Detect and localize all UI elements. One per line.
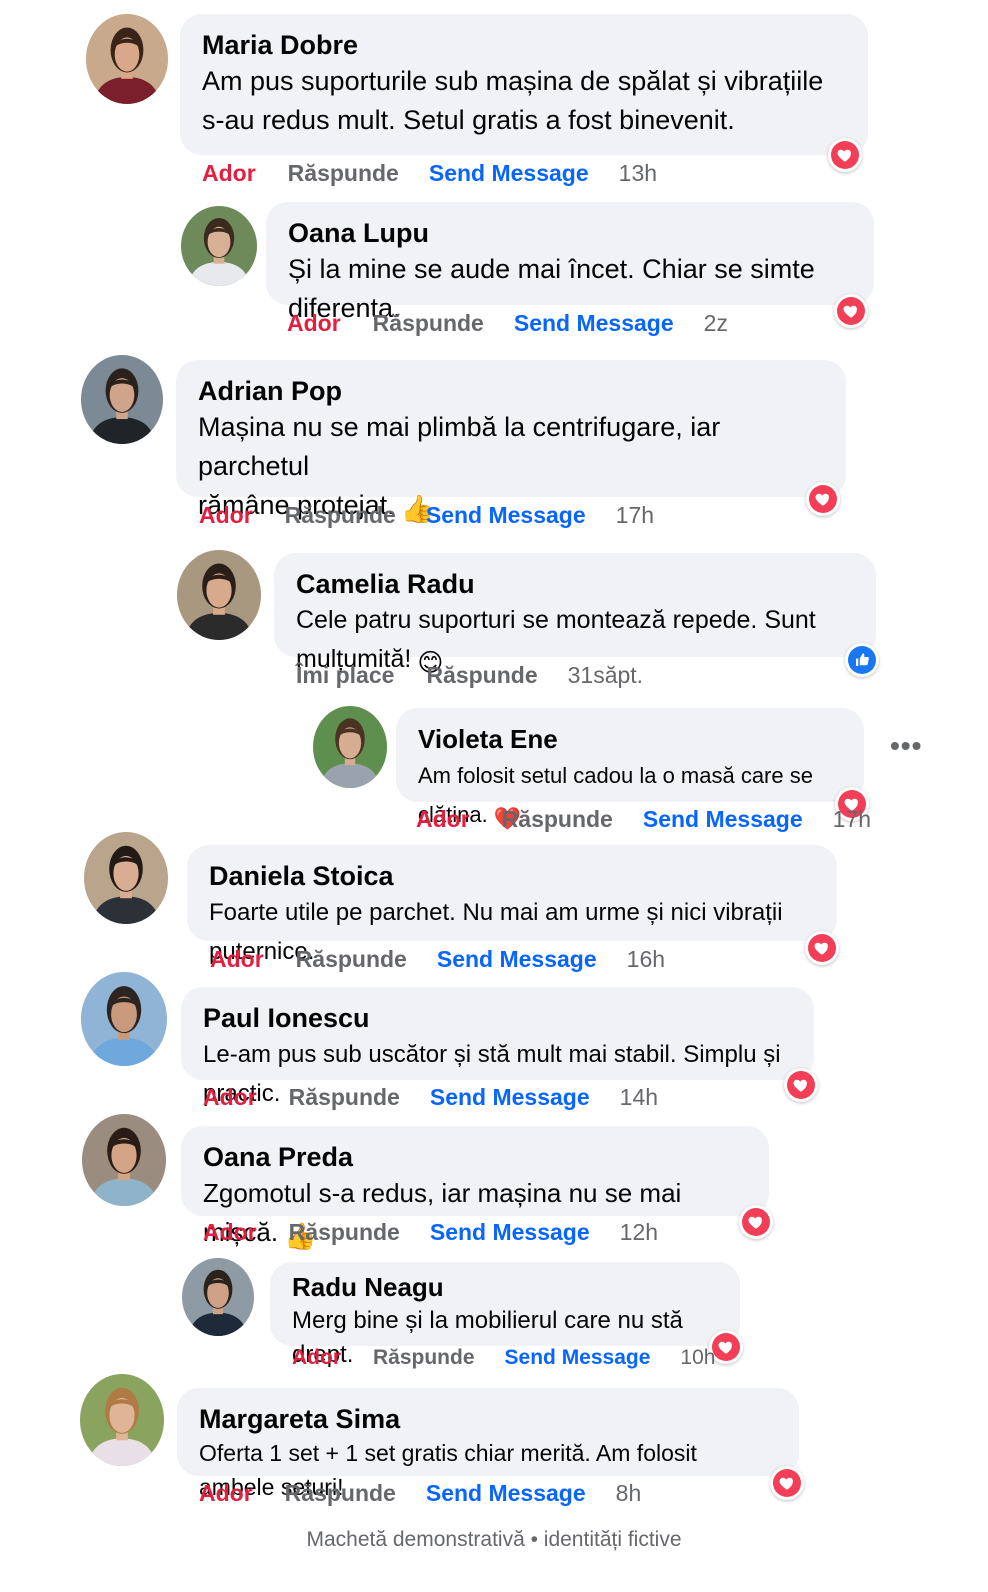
comment-bubble: Paul Ionescu Le-am pus sub uscător și st… [181,987,814,1107]
love-icon [779,1477,793,1490]
reply-button[interactable]: Răspunde [289,1219,400,1246]
comment-author[interactable]: Oana Lupu [288,216,852,250]
comment-bubble: Oana Lupu Și la mine se aude mai încet. … [266,202,874,323]
comment-bubble: Daniela Stoica Foarte utile pe parchet. … [187,845,837,965]
avatar[interactable] [82,1114,166,1206]
love-icon [837,149,851,162]
send-message-button[interactable]: Send Message [429,160,589,187]
love-icon [843,305,857,318]
avatar[interactable] [86,14,168,104]
avatar[interactable] [182,1258,254,1336]
comment-timestamp[interactable]: 17h [616,502,654,529]
love-icon [814,942,828,955]
avatar[interactable] [81,355,163,444]
comment-author[interactable]: Radu Neagu [292,1270,718,1304]
love-reaction[interactable] [834,294,868,328]
love-reaction[interactable] [739,1205,773,1239]
avatar[interactable] [84,832,168,924]
love-button[interactable]: Ador [199,502,253,529]
comment-author[interactable]: Adrian Pop [198,374,824,408]
comment-timestamp[interactable]: 16h [627,946,665,973]
comment-author[interactable]: Camelia Radu [296,567,854,601]
comment-author[interactable]: Maria Dobre [202,28,846,62]
comment-actions: Ador Răspunde Send Message 2z [287,310,728,337]
comment-bubble: Maria Dobre Am pus suporturile sub mașin… [180,14,868,155]
comment-actions: Ador Răspunde Send Message 10h [292,1346,715,1370]
comment-bubble: Camelia Radu Cele patru suporturi se mon… [274,553,876,677]
send-message-button[interactable]: Send Message [643,806,803,833]
comment-author[interactable]: Paul Ionescu [203,1001,792,1035]
love-button[interactable]: Ador [202,160,256,187]
send-message-button[interactable]: Send Message [426,1480,586,1507]
love-icon [815,493,829,506]
love-button[interactable]: Ador [416,806,470,833]
reply-button[interactable]: Răspunde [373,310,484,337]
send-message-button[interactable]: Send Message [430,1084,590,1111]
comment-author[interactable]: Oana Preda [203,1140,747,1174]
send-message-button[interactable]: Send Message [437,946,597,973]
love-icon [793,1079,807,1092]
comment-actions: Ador Răspunde Send Message 14h [203,1084,658,1111]
love-button[interactable]: Ador [210,946,264,973]
comment-actions: Ador Răspunde Send Message 8h [199,1480,641,1507]
comment-timestamp[interactable]: 14h [620,1084,658,1111]
comment-text: Am pus suporturile sub mașina de spălat … [202,66,824,135]
send-message-button[interactable]: Send Message [505,1346,651,1370]
love-button[interactable]: Ador [199,1480,253,1507]
comment-timestamp[interactable]: 17h [833,806,871,833]
avatar[interactable] [177,550,261,640]
love-reaction[interactable] [806,482,840,516]
comment-author[interactable]: Margareta Sima [199,1402,777,1436]
love-icon [718,1341,732,1354]
comment-timestamp[interactable]: 31săpt. [568,662,643,689]
comment-actions: Ador Răspunde Send Message 12h [203,1219,658,1246]
avatar[interactable] [81,972,167,1066]
reply-button[interactable]: Răspunde [285,502,396,529]
reply-button[interactable]: Răspunde [502,806,613,833]
comment-timestamp[interactable]: 10h [680,1346,715,1370]
comment-timestamp[interactable]: 8h [616,1480,642,1507]
love-reaction[interactable] [805,931,839,965]
reply-button[interactable]: Răspunde [373,1346,475,1370]
love-button[interactable]: Ador [287,310,341,337]
comment-bubble: Adrian Pop Mașina nu se mai plimbă la ce… [176,360,846,524]
avatar[interactable] [181,206,257,286]
comment-author[interactable]: Violeta Ene [418,722,842,756]
reply-button[interactable]: Răspunde [289,1084,400,1111]
comment-timestamp[interactable]: 2z [704,310,728,337]
more-horizontal-icon[interactable]: ••• [890,730,922,762]
comment-actions: Ador Răspunde Send Message 17h [416,806,871,833]
love-reaction[interactable] [828,138,862,172]
love-reaction[interactable] [770,1466,804,1500]
love-button[interactable]: Ador [203,1219,257,1246]
comment-actions: Ador Răspunde Send Message 13h [202,160,657,187]
send-message-button[interactable]: Send Message [430,1219,590,1246]
like-reaction[interactable] [845,643,879,677]
comment-bubble: Radu Neagu Merg bine și la mobilierul ca… [270,1262,740,1368]
comment-actions: Ador Răspunde Send Message 17h [199,502,654,529]
comment-bubble: Oana Preda Zgomotul s-a redus, iar mașin… [181,1126,769,1251]
comment-timestamp[interactable]: 12h [620,1219,658,1246]
footer-note: Machetă demonstrativă • identități ficti… [306,1528,682,1551]
love-icon [748,1216,762,1229]
reply-button[interactable]: Răspunde [426,662,537,689]
send-message-button[interactable]: Send Message [426,502,586,529]
comment-author[interactable]: Daniela Stoica [209,859,815,893]
comment-actions: Îmi place Răspunde 31săpt. [296,662,643,689]
reply-button[interactable]: Răspunde [285,1480,396,1507]
comment-bubble: Violeta Ene Am folosit setul cadou la o … [396,708,864,831]
avatar[interactable] [80,1374,164,1466]
reply-button[interactable]: Răspunde [288,160,399,187]
avatar[interactable] [313,706,387,788]
reply-button[interactable]: Răspunde [296,946,407,973]
love-button[interactable]: Ador [292,1346,341,1370]
like-button[interactable]: Îmi place [296,662,394,689]
send-message-button[interactable]: Send Message [514,310,674,337]
love-reaction[interactable] [784,1068,818,1102]
love-button[interactable]: Ador [203,1084,257,1111]
comment-actions: Ador Răspunde Send Message 16h [210,946,665,973]
comment-bubble: Margareta Sima Oferta 1 set + 1 set grat… [177,1388,799,1500]
like-icon [856,653,869,666]
comment-timestamp[interactable]: 13h [619,160,657,187]
